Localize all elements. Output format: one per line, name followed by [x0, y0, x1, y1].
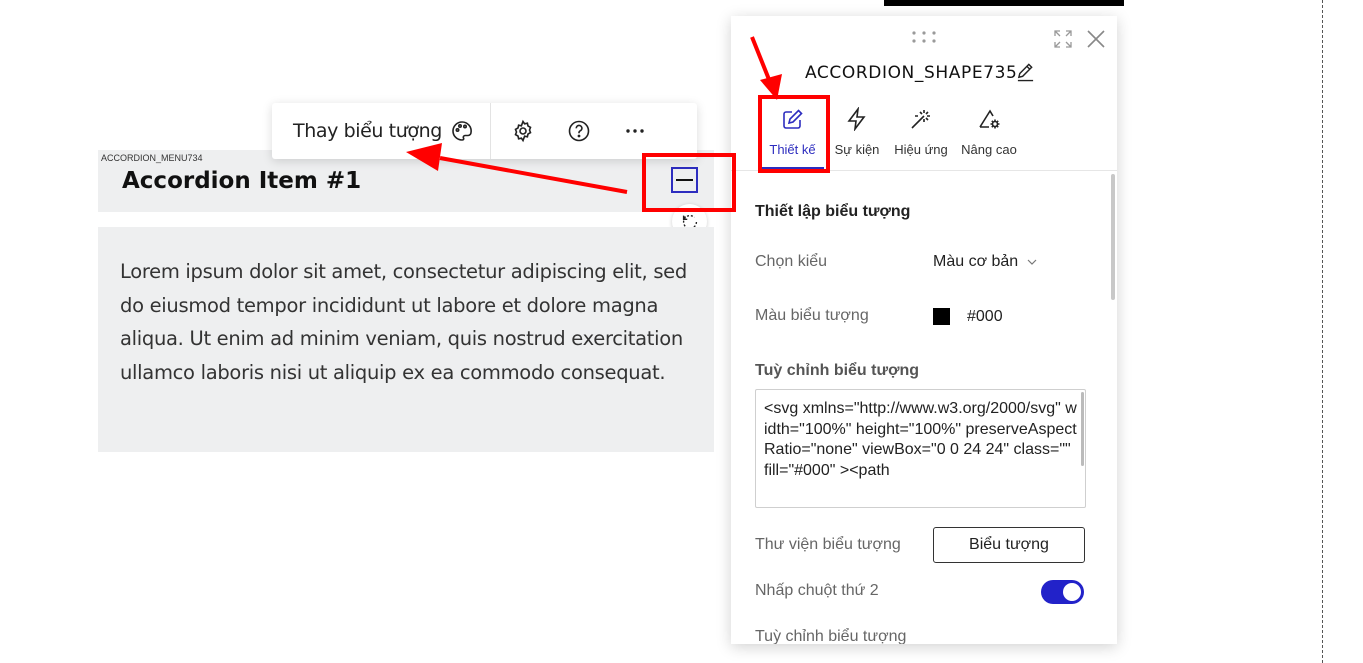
custom-icon-code-textarea[interactable]: <svg xmlns="http://www.w3.org/2000/svg" … — [755, 389, 1086, 508]
toggle-knob — [1063, 583, 1081, 601]
annotation-box-design-tab — [758, 95, 830, 173]
custom-icon-code: <svg xmlns="http://www.w3.org/2000/svg" … — [764, 400, 1077, 479]
color-swatch[interactable] — [933, 308, 950, 325]
more-icon[interactable] — [615, 111, 655, 151]
chevron-down-icon — [1027, 259, 1037, 265]
toolbar-divider — [490, 103, 491, 159]
change-icon-button[interactable]: Thay biểu tượng — [272, 120, 442, 142]
icon-library-label: Thư viện biểu tượng — [755, 536, 901, 553]
annotation-box-collapse-icon — [642, 153, 736, 212]
palette-icon[interactable] — [442, 111, 482, 151]
panel-scrollbar[interactable] — [1111, 174, 1115, 300]
lightning-icon — [845, 104, 869, 134]
tab-events-label: Sự kiện — [834, 142, 880, 157]
close-icon[interactable] — [1086, 29, 1106, 54]
magic-wand-icon — [909, 104, 933, 134]
accordion-element-tag: ACCORDION_MENU734 — [101, 153, 203, 163]
canvas-top-bar — [884, 0, 1124, 6]
custom-icon-label: Tuỳ chỉnh biểu tượng — [755, 362, 919, 379]
expand-icon[interactable] — [1054, 30, 1072, 53]
accordion-body: Lorem ipsum dolor sit amet, consectetur … — [98, 227, 714, 452]
icon-library-button[interactable]: Biểu tượng — [933, 527, 1085, 563]
tab-effects-label: Hiệu ứng — [894, 142, 948, 157]
help-icon[interactable] — [559, 111, 599, 151]
accordion-title[interactable]: Accordion Item #1 — [122, 168, 361, 194]
accordion-body-text: Lorem ipsum dolor sit amet, consectetur … — [120, 260, 687, 384]
gear-icon[interactable] — [503, 111, 543, 151]
tab-advanced[interactable]: Nâng cao — [958, 104, 1020, 170]
second-click-label: Nhấp chuột thứ 2 — [755, 582, 879, 599]
style-select-value: Màu cơ bản — [933, 253, 1019, 270]
tab-effects[interactable]: Hiệu ứng — [890, 104, 952, 170]
icon-color-value[interactable]: #000 — [967, 308, 1003, 326]
icon-color-label: Màu biểu tượng — [755, 307, 869, 324]
style-select[interactable]: Màu cơ bản — [933, 253, 1037, 271]
rename-pencil-icon[interactable] — [1016, 63, 1035, 87]
panel-title: ACCORDION_SHAPE735 — [805, 63, 1018, 83]
tab-events[interactable]: Sự kiện — [830, 104, 884, 170]
textarea-scrollbar[interactable] — [1081, 392, 1084, 466]
advanced-settings-icon — [977, 104, 1001, 134]
second-click-toggle[interactable] — [1041, 580, 1084, 604]
drag-handle-icon[interactable] — [911, 30, 937, 44]
canvas-guide-line — [1322, 0, 1323, 663]
element-toolbar: Thay biểu tượng — [272, 103, 697, 159]
style-label: Chọn kiểu — [755, 253, 828, 270]
tab-advanced-label: Nâng cao — [961, 142, 1017, 157]
section-title: Thiết lập biểu tượng — [755, 203, 911, 220]
custom-icon-label-2: Tuỳ chỉnh biểu tượng — [755, 628, 907, 644]
